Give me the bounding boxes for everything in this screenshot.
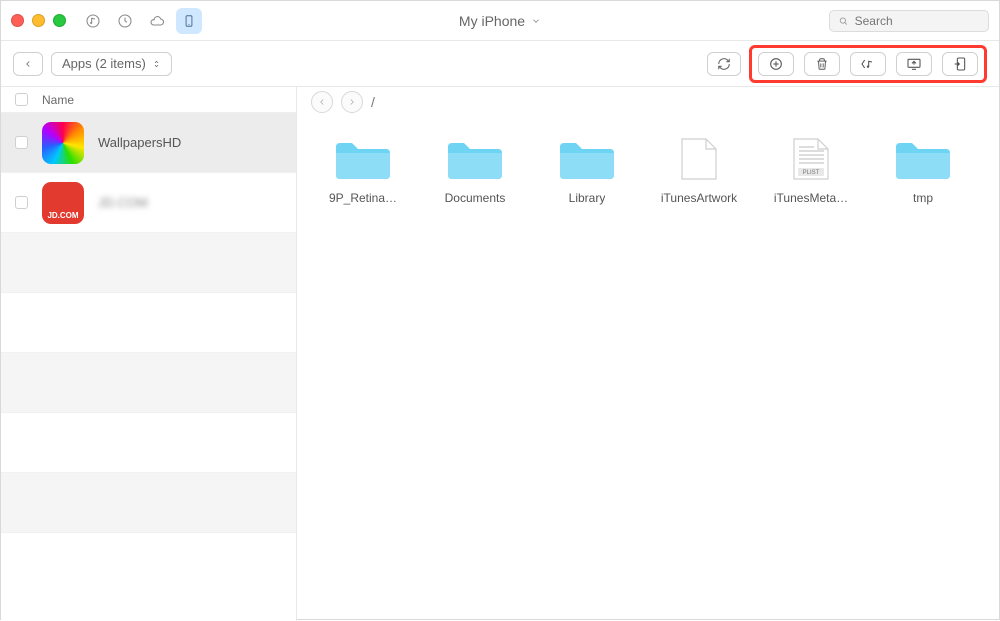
- grid-item[interactable]: 9P_Retina…: [307, 133, 419, 243]
- delete-button[interactable]: [804, 52, 840, 76]
- action-group-highlight: [749, 45, 987, 83]
- grid-item-label: tmp: [913, 191, 933, 205]
- folder-icon: [556, 133, 618, 183]
- updown-icon: [152, 57, 161, 71]
- toolbar: Apps (2 items): [1, 41, 999, 87]
- zoom-window-button[interactable]: [53, 14, 66, 27]
- folder-icon: [892, 133, 954, 183]
- folder-icon: [444, 133, 506, 183]
- grid-item[interactable]: Library: [531, 133, 643, 243]
- plus-circle-icon: [768, 56, 784, 72]
- split-pane: Name WallpapersHD JD.COM JD.COM /: [1, 87, 999, 621]
- path-bar: /: [297, 87, 999, 117]
- titlebar: My iPhone: [1, 1, 999, 41]
- main-pane: / 9P_Retina… Documents Library iTunesArtwor…: [297, 87, 999, 621]
- to-device-button[interactable]: [942, 52, 978, 76]
- grid-item-label: iTunesArtwork: [661, 191, 737, 205]
- sidebar: Name WallpapersHD JD.COM JD.COM: [1, 87, 297, 621]
- sidebar-header: Name: [1, 87, 296, 113]
- app-name-label: JD.COM: [98, 195, 148, 210]
- select-all-checkbox[interactable]: [15, 93, 28, 106]
- app-name-label: WallpapersHD: [98, 135, 181, 150]
- to-device-icon: [952, 56, 968, 72]
- app-row[interactable]: WallpapersHD: [1, 113, 296, 173]
- to-itunes-button[interactable]: [850, 52, 886, 76]
- grid-item-label: Documents: [445, 191, 506, 205]
- grid-item-label: Library: [569, 191, 606, 205]
- plist-icon: [780, 133, 842, 183]
- history-source-icon[interactable]: [112, 8, 138, 34]
- to-computer-button[interactable]: [896, 52, 932, 76]
- chevron-down-icon: [531, 16, 541, 26]
- music-source-icon[interactable]: [80, 8, 106, 34]
- grid-item-label: iTunesMeta…: [774, 191, 848, 205]
- source-icons: [80, 8, 202, 34]
- empty-row: [1, 233, 296, 293]
- app-icon-rainbow: [42, 122, 84, 164]
- grid-item[interactable]: tmp: [867, 133, 979, 243]
- device-name: My iPhone: [459, 13, 525, 29]
- chevron-left-icon: [23, 58, 33, 70]
- search-input[interactable]: [855, 14, 980, 28]
- empty-row: [1, 473, 296, 533]
- empty-row: [1, 293, 296, 353]
- back-button[interactable]: [13, 52, 43, 76]
- breadcrumb-dropdown[interactable]: Apps (2 items): [51, 52, 172, 76]
- search-field[interactable]: [829, 10, 989, 32]
- empty-row: [1, 533, 296, 621]
- folder-icon: [332, 133, 394, 183]
- refresh-button[interactable]: [707, 52, 741, 76]
- grid-item[interactable]: iTunesMeta…: [755, 133, 867, 243]
- column-name-header: Name: [42, 93, 74, 107]
- grid-item-label: 9P_Retina…: [329, 191, 397, 205]
- refresh-icon: [716, 57, 732, 71]
- path-back-button[interactable]: [311, 91, 333, 113]
- row-checkbox[interactable]: [15, 136, 28, 149]
- to-itunes-icon: [859, 56, 877, 72]
- cloud-source-icon[interactable]: [144, 8, 170, 34]
- add-button[interactable]: [758, 52, 794, 76]
- device-dropdown[interactable]: My iPhone: [459, 13, 541, 29]
- close-window-button[interactable]: [11, 14, 24, 27]
- empty-row: [1, 353, 296, 413]
- app-icon-jd: JD.COM: [42, 182, 84, 224]
- path-label: /: [371, 94, 375, 110]
- to-computer-icon: [904, 56, 924, 72]
- arrow-right-icon: [347, 97, 357, 107]
- path-forward-button[interactable]: [341, 91, 363, 113]
- device-source-icon[interactable]: [176, 8, 202, 34]
- minimize-window-button[interactable]: [32, 14, 45, 27]
- file-grid: 9P_Retina… Documents Library iTunesArtwork i…: [297, 117, 999, 621]
- breadcrumb-label: Apps (2 items): [62, 56, 146, 71]
- grid-item[interactable]: Documents: [419, 133, 531, 243]
- window-controls: [11, 14, 66, 27]
- empty-row: [1, 413, 296, 473]
- trash-icon: [815, 56, 829, 72]
- grid-item[interactable]: iTunesArtwork: [643, 133, 755, 243]
- row-checkbox[interactable]: [15, 196, 28, 209]
- app-row[interactable]: JD.COM JD.COM: [1, 173, 296, 233]
- file-icon: [668, 133, 730, 183]
- search-icon: [838, 15, 849, 27]
- arrow-left-icon: [317, 97, 327, 107]
